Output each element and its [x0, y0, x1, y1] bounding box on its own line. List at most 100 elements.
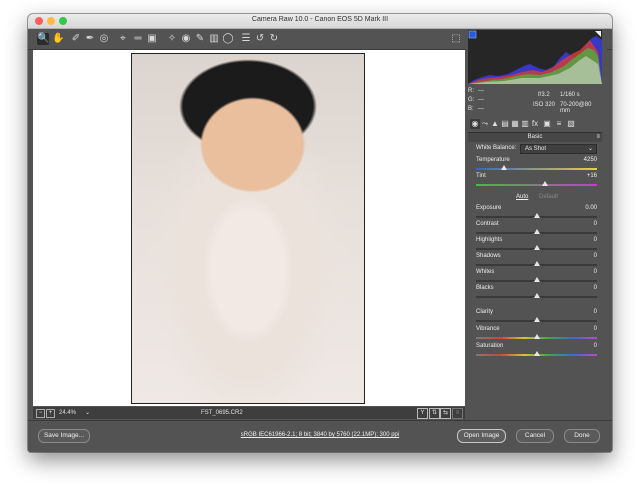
exposure-label: Exposure	[476, 205, 502, 211]
shadow-clipping-icon	[468, 30, 477, 39]
zoom-level-select[interactable]: 24.4%	[59, 410, 76, 416]
info-readout: R: --- G: --- B: --- f/3.2 1/160 s ISO 3…	[468, 87, 602, 117]
bottom-bar: Save Image... sRGB IEC61966-2.1; 8 bit; …	[28, 420, 612, 452]
zoom-in-icon[interactable]: +	[46, 409, 55, 418]
chevron-down-icon[interactable]: ⌄	[85, 409, 90, 416]
presets-tab-icon[interactable]: ≡	[554, 119, 564, 129]
right-panel: R: --- G: --- B: --- f/3.2 1/160 s ISO 3…	[466, 30, 607, 419]
tint-slider-thumb[interactable]	[541, 181, 548, 186]
color-sampler-icon[interactable]: ✒	[84, 33, 96, 45]
shutter-speed: 1/160 s	[560, 92, 580, 98]
blacks-row: Blacks 0	[476, 285, 597, 301]
zoom-out-icon[interactable]: −	[36, 409, 45, 418]
saturation-value[interactable]: 0	[594, 343, 597, 349]
highlights-slider-thumb[interactable]	[533, 245, 540, 250]
white-balance-icon[interactable]: ✐	[70, 33, 82, 45]
open-image-button[interactable]: Open Image	[457, 429, 506, 443]
chevron-down-icon: ⌄	[587, 146, 593, 152]
clarity-value[interactable]: 0	[594, 309, 597, 315]
before-after-y-icon[interactable]: Y	[417, 408, 428, 419]
b-value: ---	[478, 106, 484, 112]
saturation-slider-thumb[interactable]	[533, 351, 540, 356]
shadows-slider-thumb[interactable]	[533, 261, 540, 266]
crop-icon[interactable]: ⌖	[117, 33, 129, 45]
image-preview-area[interactable]	[33, 50, 465, 406]
hand-icon[interactable]: ✋	[52, 33, 64, 45]
blacks-slider-thumb[interactable]	[533, 293, 540, 298]
blacks-value[interactable]: 0	[594, 285, 597, 291]
straighten-icon[interactable]: ═	[132, 33, 144, 45]
histogram	[468, 30, 602, 84]
split-toning-tab-icon[interactable]: ▦	[510, 119, 520, 129]
r-value: ---	[478, 88, 484, 94]
tone-curve-tab-icon[interactable]: ⤳	[480, 119, 490, 129]
done-button[interactable]: Done	[564, 429, 600, 443]
default-link[interactable]: Default	[539, 194, 558, 200]
basic-tab-icon[interactable]: ◉	[470, 119, 480, 129]
lens-tab-icon[interactable]: ▥	[520, 119, 530, 129]
whites-row: Whites 0	[476, 269, 597, 285]
contrast-slider-thumb[interactable]	[533, 229, 540, 234]
white-balance-select[interactable]: As Shot ⌄	[520, 144, 597, 154]
highlights-row: Highlights 0	[476, 237, 597, 253]
clarity-slider-thumb[interactable]	[533, 317, 540, 322]
vibrance-slider-thumb[interactable]	[533, 334, 540, 339]
panel-menu-icon[interactable]: ≡	[596, 133, 600, 142]
temperature-slider-thumb[interactable]	[500, 165, 507, 170]
adjustment-brush-icon[interactable]: ✎	[194, 33, 206, 45]
rotate-right-icon[interactable]: ↻	[268, 33, 280, 45]
detail-tab-icon[interactable]: ▲	[490, 119, 500, 129]
highlights-value[interactable]: 0	[594, 237, 597, 243]
vibrance-value[interactable]: 0	[594, 326, 597, 332]
blacks-label: Blacks	[476, 285, 494, 291]
spot-removal-icon[interactable]: ✧	[166, 33, 178, 45]
temperature-slider-track[interactable]	[476, 168, 597, 170]
red-eye-icon[interactable]: ◉	[180, 33, 192, 45]
photo-preview[interactable]	[131, 53, 365, 404]
tint-value[interactable]: +16	[587, 173, 597, 179]
basic-section-header: Basic ≡	[468, 133, 602, 142]
radial-filter-icon[interactable]: ◯	[222, 33, 234, 45]
fullscreen-icon[interactable]: ⬚	[450, 33, 462, 45]
contrast-label: Contrast	[476, 221, 499, 227]
copy-settings-icon[interactable]: ⇆	[440, 408, 451, 419]
window-title: Camera Raw 10.0 - Canon EOS 5D Mark III	[251, 16, 389, 23]
g-value: ---	[478, 97, 484, 103]
shadows-value[interactable]: 0	[594, 253, 597, 259]
toggle-default-icon[interactable]: ≡	[452, 408, 463, 419]
temperature-row: Temperature 4250	[476, 157, 597, 173]
snapshots-tab-icon[interactable]: ▧	[566, 119, 576, 129]
whites-value[interactable]: 0	[594, 269, 597, 275]
contrast-row: Contrast 0	[476, 221, 597, 237]
shadows-label: Shadows	[476, 253, 501, 259]
graduated-filter-icon[interactable]: ▥	[208, 33, 220, 45]
cancel-button[interactable]: Cancel	[516, 429, 554, 443]
exposure-value[interactable]: 0.00	[585, 205, 597, 211]
tint-slider-track[interactable]	[476, 184, 597, 186]
lens-focal: 70-200@80 mm	[560, 102, 592, 114]
effects-tab-icon[interactable]: fx	[530, 119, 540, 129]
exposure-slider-thumb[interactable]	[533, 213, 540, 218]
whites-slider-thumb[interactable]	[533, 277, 540, 282]
calibration-tab-icon[interactable]: ▣	[542, 119, 552, 129]
r-label: R:	[468, 88, 474, 94]
aperture: f/3.2	[538, 92, 550, 98]
hsl-tab-icon[interactable]: ▤	[500, 119, 510, 129]
before-after-swap-icon[interactable]: ⇅	[429, 408, 440, 419]
vibrance-row: Vibrance 0	[476, 326, 597, 342]
white-balance-row: White Balance: As Shot ⌄	[476, 144, 597, 155]
histogram-graph	[468, 30, 602, 84]
temperature-value[interactable]: 4250	[584, 157, 597, 163]
tint-row: Tint +16	[476, 173, 597, 189]
file-name: FST_0695.CR2	[201, 410, 243, 416]
rotate-left-icon[interactable]: ↺	[254, 33, 266, 45]
whites-label: Whites	[476, 269, 495, 275]
transform-icon[interactable]: ▣	[146, 33, 158, 45]
preferences-icon[interactable]: ☰	[240, 33, 252, 45]
target-adjust-icon[interactable]: ◎	[98, 33, 110, 45]
section-title: Basic	[527, 134, 543, 140]
zoom-icon[interactable]: 🔍	[37, 33, 49, 45]
auto-link[interactable]: Auto	[516, 194, 528, 200]
contrast-value[interactable]: 0	[594, 221, 597, 227]
vibrance-label: Vibrance	[476, 326, 500, 332]
